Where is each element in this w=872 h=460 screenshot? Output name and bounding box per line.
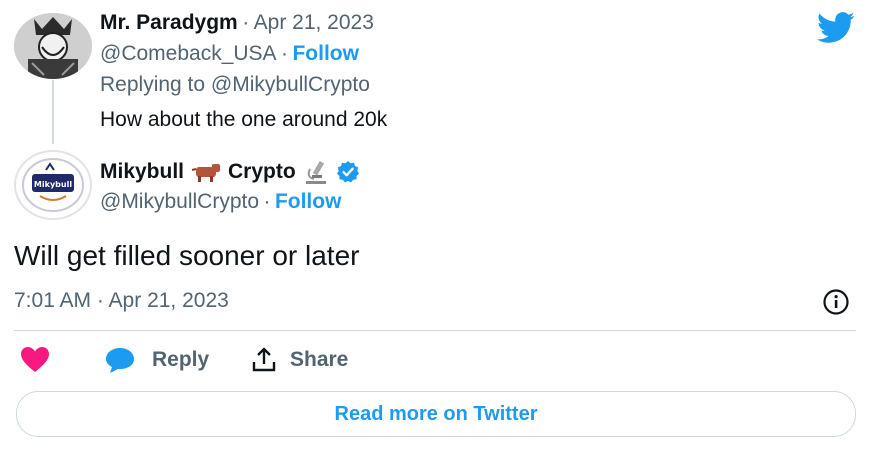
speech-bubble-icon bbox=[106, 348, 134, 373]
playing-card-king-avatar bbox=[14, 13, 92, 79]
read-more-label: Read more on Twitter bbox=[334, 402, 538, 425]
main-author-avatar[interactable]: Mikybull bbox=[14, 150, 92, 220]
parent-author-avatar[interactable] bbox=[14, 13, 92, 79]
parent-header: Mr. Paradygm · Apr 21, 2023 bbox=[100, 11, 374, 35]
twitter-bird-icon[interactable] bbox=[816, 12, 856, 44]
read-more-on-twitter-button[interactable]: Read more on Twitter bbox=[16, 391, 856, 437]
tweet-timestamp[interactable]: 7:01 AM · Apr 21, 2023 bbox=[14, 289, 229, 313]
replying-to-label[interactable]: Replying to @MikybullCrypto bbox=[100, 73, 370, 97]
main-author-name-part1[interactable]: Mikybull bbox=[100, 160, 184, 184]
microscope-emoji-icon bbox=[305, 160, 326, 184]
bull-emoji-icon bbox=[191, 164, 221, 182]
parent-handle[interactable]: @Comeback_USA bbox=[100, 42, 277, 65]
main-follow-button[interactable]: Follow bbox=[275, 190, 342, 213]
main-follow-separator: · bbox=[263, 190, 271, 213]
main-handle[interactable]: @MikybullCrypto bbox=[100, 190, 259, 213]
share-button[interactable]: Share bbox=[250, 346, 348, 374]
parent-author-name[interactable]: Mr. Paradygm bbox=[100, 11, 238, 34]
share-label: Share bbox=[290, 348, 349, 371]
parent-date-separator: · bbox=[242, 11, 250, 34]
parent-follow-separator: · bbox=[281, 42, 289, 65]
parent-follow-button[interactable]: Follow bbox=[292, 42, 359, 65]
info-icon[interactable] bbox=[822, 288, 850, 316]
parent-tweet-text: How about the one around 20k bbox=[100, 108, 388, 131]
heart-icon bbox=[21, 347, 49, 372]
verified-badge-icon bbox=[336, 161, 359, 183]
share-upload-icon bbox=[252, 347, 276, 372]
like-button[interactable] bbox=[20, 346, 50, 374]
reply-button[interactable]: Reply bbox=[104, 346, 209, 374]
actions-divider bbox=[14, 330, 856, 331]
mikybull-logo-icon: Mikybull bbox=[22, 158, 84, 212]
main-author-name-part2[interactable]: Crypto bbox=[228, 160, 296, 184]
main-tweet-text: Will get filled sooner or later bbox=[14, 240, 360, 271]
main-handle-row: @MikybullCrypto · Follow bbox=[100, 190, 341, 214]
main-header: Mikybull Crypto bbox=[100, 159, 360, 185]
parent-handle-row: @Comeback_USA · Follow bbox=[100, 42, 359, 66]
reply-label: Reply bbox=[152, 348, 210, 371]
avatar-logo-text: Mikybull bbox=[34, 180, 72, 189]
thread-connector-line bbox=[52, 80, 54, 144]
parent-date[interactable]: Apr 21, 2023 bbox=[254, 11, 374, 34]
